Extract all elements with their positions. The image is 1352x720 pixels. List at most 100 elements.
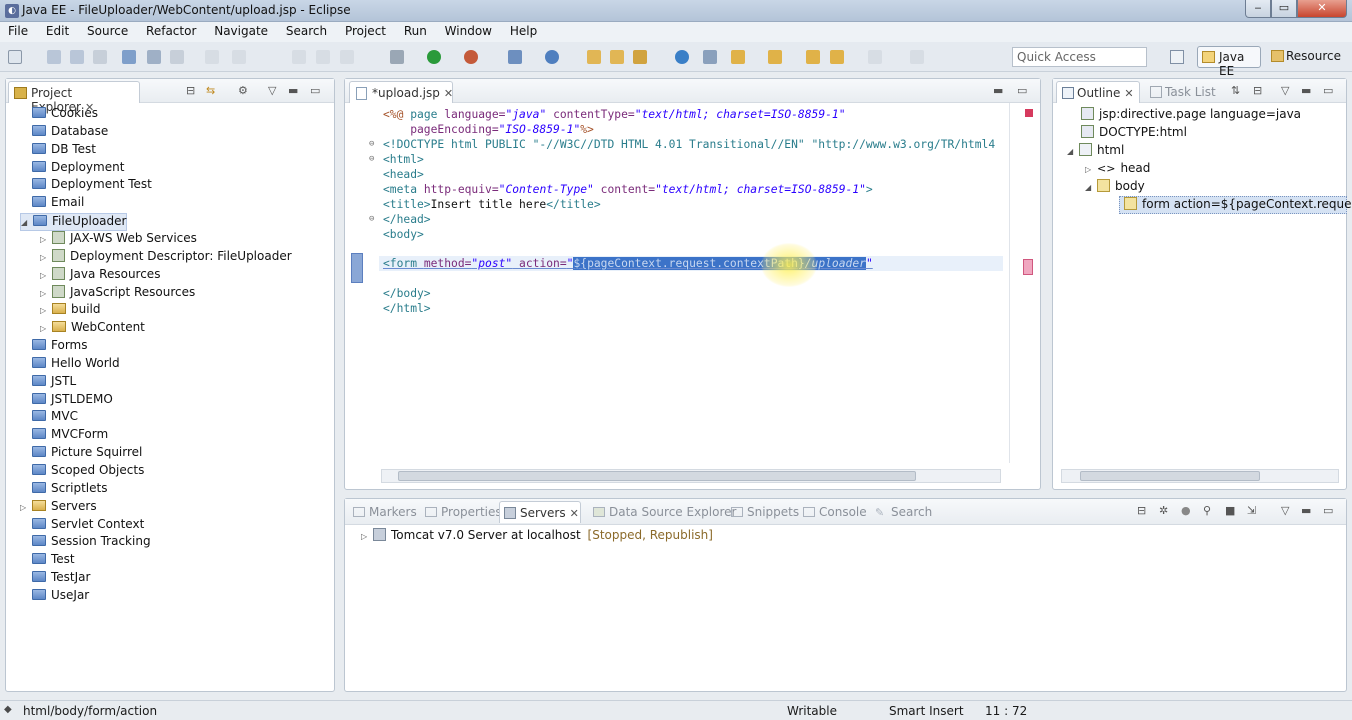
tree-item[interactable]: ▷ WebContent: [40, 320, 145, 338]
tree-item[interactable]: MVC: [20, 409, 78, 427]
save-all-icon[interactable]: [70, 50, 84, 64]
collapsed-icon[interactable]: ▷: [20, 503, 32, 512]
vertical-scrollbar[interactable]: [1009, 103, 1023, 463]
expanded-icon[interactable]: ◢: [21, 218, 33, 227]
tab-outline[interactable]: Outline ✕: [1056, 81, 1140, 103]
pin-icon[interactable]: [910, 50, 924, 64]
toggle-icon[interactable]: [147, 50, 161, 64]
outline-scrollbar[interactable]: [1061, 469, 1339, 483]
collapsed-icon[interactable]: ▷: [40, 271, 52, 280]
collapsed-icon[interactable]: ▷: [40, 324, 52, 333]
outline-item-selected[interactable]: form action=${pageContext.request.co: [1119, 196, 1352, 214]
menu-window[interactable]: Window: [437, 22, 492, 38]
tree-item[interactable]: Email: [20, 195, 84, 213]
maximize-icon[interactable]: ▭: [1323, 504, 1333, 517]
annotation-icon[interactable]: [703, 50, 717, 64]
new-icon[interactable]: [8, 50, 22, 64]
profile-server-icon[interactable]: ⚲: [1203, 504, 1211, 517]
outline-item[interactable]: ◢ html: [1067, 143, 1124, 161]
menu-source[interactable]: Source: [79, 22, 128, 38]
tab-data-source-explorer[interactable]: Data Source Explorer: [591, 501, 736, 523]
collapsed-icon[interactable]: ▷: [40, 235, 52, 244]
tab-search[interactable]: ✎ Search: [873, 501, 932, 523]
minimize-icon[interactable]: ▬: [1301, 84, 1311, 97]
collapsed-icon[interactable]: ▷: [40, 253, 52, 262]
maximize-icon[interactable]: ▭: [310, 84, 320, 97]
server-row[interactable]: ▷ Tomcat v7.0 Server at localhost [Stoppe…: [361, 528, 713, 546]
tree-item[interactable]: ▷ JavaScript Resources: [40, 284, 195, 303]
terminate-icon[interactable]: [340, 50, 354, 64]
collapse-all-icon[interactable]: ⊟: [186, 84, 195, 97]
tree-item[interactable]: Picture Squirrel: [20, 445, 142, 463]
tree-item[interactable]: Deployment: [20, 160, 124, 178]
tab-servers[interactable]: Servers ✕: [499, 501, 581, 523]
outline-item[interactable]: DOCTYPE:html: [1081, 125, 1187, 143]
close-icon[interactable]: ✕: [570, 507, 579, 520]
collapse-icon[interactable]: ⊟: [1253, 84, 1262, 97]
outline-item[interactable]: ◢ body: [1085, 179, 1145, 197]
publish-icon[interactable]: ⇲: [1247, 504, 1256, 517]
menu-refactor[interactable]: Refactor: [138, 22, 196, 38]
quick-access-input[interactable]: Quick Access: [1012, 47, 1147, 67]
perspective-resource-button[interactable]: Resource: [1267, 46, 1349, 68]
tree-item[interactable]: Test: [20, 552, 75, 570]
filter-icon[interactable]: ⚙: [238, 84, 248, 97]
view-menu-icon[interactable]: ▽: [1281, 84, 1289, 97]
forward-icon[interactable]: [868, 50, 882, 64]
run-icon[interactable]: [427, 50, 441, 64]
minimize-icon[interactable]: ▬: [288, 84, 298, 97]
tree-item[interactable]: Database: [20, 124, 108, 142]
tree-item[interactable]: Scriptlets: [20, 481, 107, 499]
tab-upload-jsp[interactable]: *upload.jsp ✕: [349, 81, 453, 103]
tree-item[interactable]: TestJar: [20, 570, 90, 588]
close-window-button[interactable]: ✕: [1297, 0, 1347, 18]
scrollbar-thumb[interactable]: [398, 471, 916, 481]
menu-navigate[interactable]: Navigate: [206, 22, 268, 38]
perspective-javaee-button[interactable]: Java EE: [1197, 46, 1261, 78]
deploy-icon[interactable]: [545, 50, 559, 64]
tree-item[interactable]: ▷ Servers: [20, 499, 97, 517]
tab-project-explorer[interactable]: Project Explorer ✕: [8, 81, 140, 114]
collapsed-icon[interactable]: ▷: [40, 289, 52, 298]
tree-item[interactable]: Session Tracking: [20, 534, 151, 552]
link-with-editor-icon[interactable]: ⇆: [206, 84, 215, 97]
debug-icon[interactable]: [390, 50, 404, 64]
open-resource-icon[interactable]: [610, 50, 624, 64]
tree-item[interactable]: Forms: [20, 338, 87, 356]
minimize-button[interactable]: ‒: [1245, 0, 1271, 18]
menu-edit[interactable]: Edit: [38, 22, 69, 38]
fold-icon[interactable]: ⊖: [369, 214, 374, 224]
tree-item[interactable]: MVCForm: [20, 427, 108, 445]
fold-icon[interactable]: ⊖: [369, 154, 374, 164]
next-annotation-icon[interactable]: [731, 50, 745, 64]
maximize-button[interactable]: ▭: [1271, 0, 1297, 18]
redo-icon[interactable]: [232, 50, 246, 64]
web-browser-icon[interactable]: [675, 50, 689, 64]
mark-icon[interactable]: [170, 50, 184, 64]
tab-task-list[interactable]: Task List: [1147, 81, 1227, 103]
maximize-icon[interactable]: ▭: [1323, 84, 1333, 97]
collapsed-icon[interactable]: ▷: [40, 306, 52, 315]
fold-icon[interactable]: ⊖: [369, 139, 374, 149]
stop-server-icon[interactable]: ■: [1225, 504, 1235, 517]
horizontal-scrollbar[interactable]: [381, 469, 1001, 483]
outline-item[interactable]: jsp:directive.page language=java: [1081, 107, 1301, 125]
menu-search[interactable]: Search: [278, 22, 327, 38]
scrollbar-thumb[interactable]: [1080, 471, 1260, 481]
minimize-icon[interactable]: ▬: [1301, 504, 1311, 517]
tree-item[interactable]: ▷ Java Resources: [40, 266, 160, 285]
code-editor[interactable]: <%@ page language="java" contentType="te…: [345, 105, 1007, 465]
sort-icon[interactable]: ⇅: [1231, 84, 1240, 97]
tree-item[interactable]: UseJar: [20, 588, 89, 606]
tree-item[interactable]: JSTLDEMO: [20, 392, 113, 410]
tree-item[interactable]: ▷ Deployment Descriptor: FileUploader: [40, 248, 292, 267]
menu-run[interactable]: Run: [396, 22, 427, 38]
step-icon[interactable]: [292, 50, 306, 64]
tab-properties[interactable]: Properties: [423, 501, 502, 523]
open-perspective-icon[interactable]: [1170, 50, 1184, 64]
back-icon[interactable]: [806, 50, 820, 64]
print-icon[interactable]: [93, 50, 107, 64]
tree-item[interactable]: Servlet Context: [20, 517, 144, 535]
tree-item[interactable]: DB Test: [20, 142, 96, 160]
tab-console[interactable]: Console: [801, 501, 867, 523]
